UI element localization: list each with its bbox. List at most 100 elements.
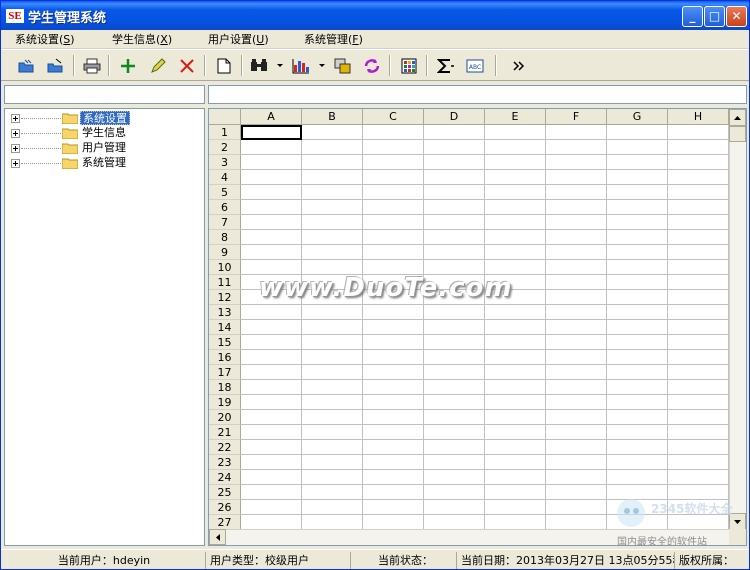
- row-header[interactable]: 8: [209, 230, 241, 245]
- copy-button[interactable]: [331, 54, 355, 77]
- menu-system-settings[interactable]: 系统设置(S): [15, 32, 75, 47]
- window-title: 学生管理系统: [28, 11, 107, 26]
- row-header[interactable]: 6: [209, 200, 241, 215]
- row-header[interactable]: 20: [209, 410, 241, 425]
- folder-icon: [62, 113, 78, 124]
- column-header[interactable]: C: [363, 109, 424, 125]
- minimize-button[interactable]: _: [682, 6, 703, 27]
- find-icon: [251, 58, 267, 71]
- row-header[interactable]: 19: [209, 395, 241, 410]
- grid-palette-button[interactable]: [397, 54, 421, 77]
- cell-reference-field[interactable]: [4, 85, 205, 104]
- up-arrow-icon: [734, 115, 741, 120]
- expand-plus-icon[interactable]: [11, 129, 20, 138]
- row-header[interactable]: 22: [209, 440, 241, 455]
- row-header[interactable]: 13: [209, 305, 241, 320]
- row-header[interactable]: 1: [209, 125, 241, 140]
- chart-dropdown-arrow[interactable]: [319, 64, 325, 67]
- watermark-text: www.DuoTe.com: [259, 273, 513, 303]
- edit-button[interactable]: [146, 54, 170, 77]
- sum-button[interactable]: [434, 54, 458, 77]
- row-header[interactable]: 5: [209, 185, 241, 200]
- find-button[interactable]: [247, 54, 271, 77]
- toolbar-separator: [204, 55, 206, 76]
- text-format-button[interactable]: ABC: [463, 54, 487, 77]
- tree-item[interactable]: 学生信息: [11, 126, 201, 141]
- menu-system-management[interactable]: 系统管理(F): [304, 32, 363, 47]
- delete-button[interactable]: [175, 54, 199, 77]
- copy-icon: [334, 58, 351, 73]
- save-icon: [47, 58, 63, 72]
- tree-item[interactable]: 系统设置: [11, 111, 201, 126]
- tree-item[interactable]: 系统管理: [11, 156, 201, 171]
- tree-connector: [21, 133, 61, 134]
- row-header[interactable]: 25: [209, 485, 241, 500]
- active-cell[interactable]: [241, 125, 302, 140]
- formula-input[interactable]: [208, 85, 747, 104]
- row-header[interactable]: 17: [209, 365, 241, 380]
- watermark-brand: 2345软件大全: [651, 501, 733, 516]
- row-header[interactable]: 16: [209, 350, 241, 365]
- save-button[interactable]: [44, 54, 68, 77]
- print-button[interactable]: [80, 54, 104, 77]
- select-all-corner[interactable]: [209, 109, 241, 125]
- column-header[interactable]: H: [668, 109, 729, 125]
- find-dropdown-arrow[interactable]: [277, 64, 283, 67]
- row-header[interactable]: 24: [209, 470, 241, 485]
- row-header[interactable]: 15: [209, 335, 241, 350]
- menu-accel: S: [63, 33, 71, 46]
- menu-bar: 系统设置(S) 学生信息(X) 用户设置(U) 系统管理(F): [1, 30, 749, 49]
- toolbar: ABC: [1, 49, 749, 81]
- row-header[interactable]: 12: [209, 290, 241, 305]
- spreadsheet-grid[interactable]: ABCDEFGH 1 2 3 4 5 6 7 8 9 10 11 12 13 14 15 16 17 18 19 20…: [208, 108, 747, 546]
- expand-plus-icon[interactable]: [11, 159, 20, 168]
- menu-user-settings[interactable]: 用户设置(U): [208, 32, 269, 47]
- close-button[interactable]: ✕: [726, 6, 747, 27]
- tree-item[interactable]: 用户管理: [11, 141, 201, 156]
- row-header[interactable]: 27: [209, 515, 241, 530]
- toolbar-separator: [241, 55, 243, 76]
- column-header[interactable]: D: [424, 109, 485, 125]
- row-header[interactable]: 21: [209, 425, 241, 440]
- menu-student-info[interactable]: 学生信息(X): [112, 32, 172, 47]
- menu-accel: U: [256, 33, 265, 46]
- new-document-button[interactable]: [212, 54, 236, 77]
- scroll-thumb[interactable]: [729, 126, 746, 142]
- menu-label: 用户设置: [208, 33, 252, 46]
- row-header[interactable]: 2: [209, 140, 241, 155]
- row-header[interactable]: 4: [209, 170, 241, 185]
- add-icon: [121, 58, 135, 73]
- row-header[interactable]: 26: [209, 500, 241, 515]
- text-format-icon: ABC: [466, 59, 484, 72]
- row-header[interactable]: 18: [209, 380, 241, 395]
- column-header[interactable]: F: [546, 109, 607, 125]
- row-header[interactable]: 11: [209, 275, 241, 290]
- chart-button[interactable]: [289, 54, 313, 77]
- open-button[interactable]: [15, 54, 39, 77]
- column-header[interactable]: E: [485, 109, 546, 125]
- toolbar-separator: [389, 55, 391, 76]
- close-icon: ✕: [731, 9, 742, 23]
- column-header[interactable]: B: [302, 109, 363, 125]
- row-header[interactable]: 7: [209, 215, 241, 230]
- scroll-left-button[interactable]: [209, 529, 226, 545]
- row-header[interactable]: 3: [209, 155, 241, 170]
- expand-plus-icon[interactable]: [11, 114, 20, 123]
- row-header[interactable]: 10: [209, 260, 241, 275]
- add-button[interactable]: [116, 54, 140, 77]
- scroll-up-button[interactable]: [729, 109, 746, 126]
- row-header[interactable]: 14: [209, 320, 241, 335]
- refresh-button[interactable]: [360, 54, 384, 77]
- grid-cells[interactable]: [241, 125, 730, 531]
- vertical-scrollbar[interactable]: [729, 109, 746, 530]
- maximize-button[interactable]: □: [704, 6, 725, 27]
- title-bar[interactable]: SE 学生管理系统 _ □ ✕: [1, 1, 749, 30]
- column-header[interactable]: G: [607, 109, 668, 125]
- expand-plus-icon[interactable]: [11, 144, 20, 153]
- status-user-type: 用户类型：校级用户: [208, 552, 351, 569]
- row-header[interactable]: 23: [209, 455, 241, 470]
- column-header[interactable]: A: [241, 109, 302, 125]
- edit-icon: [151, 57, 166, 73]
- more-button[interactable]: [507, 54, 531, 77]
- row-header[interactable]: 9: [209, 245, 241, 260]
